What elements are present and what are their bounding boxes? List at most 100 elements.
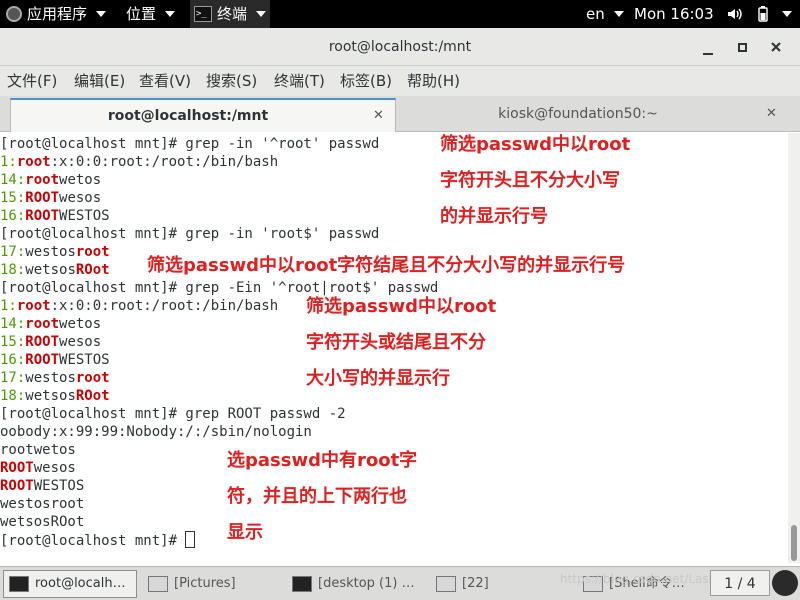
tab-root-localhost[interactable]: root@localhost:/mnt ✕ — [10, 98, 396, 132]
terminal-text: 18: — [0, 388, 26, 404]
terminal-text: rootwetos — [0, 442, 76, 458]
terminal-text: root — [75, 370, 110, 386]
maximize-icon — [737, 43, 747, 52]
terminal-text: 1: — [0, 154, 17, 170]
terminal-text: 15: — [0, 334, 26, 350]
terminal-text: [root@localhost mnt]# grep -in 'root$' p… — [0, 226, 380, 242]
terminal-app-menu[interactable]: >_ 终端 — [190, 0, 271, 28]
terminal-text: ROOT — [0, 478, 34, 494]
system-menu[interactable] — [778, 0, 792, 28]
terminal-text: :x:0:0:root:/root:/bin/bash — [50, 298, 279, 314]
close-button[interactable] — [766, 37, 786, 57]
language-indicator[interactable]: en — [586, 0, 624, 28]
terminal-text: westosroot — [0, 496, 85, 512]
close-tab-icon[interactable]: ✕ — [373, 100, 387, 132]
taskbar-item-22[interactable]: [22] — [431, 570, 551, 598]
terminal-text: ROOT — [25, 208, 60, 224]
volume-icon[interactable] — [726, 0, 742, 28]
terminal-text: root — [16, 154, 51, 170]
chevron-down-icon — [782, 11, 792, 17]
applications-icon — [6, 6, 22, 22]
scrollbar-thumb[interactable] — [791, 525, 797, 561]
terminal-text: :x:0:0:root:/root:/bin/bash — [50, 154, 279, 170]
applications-menu[interactable]: 应用程序 — [6, 0, 107, 28]
annotation-line: 字符开头或结尾且不分 — [306, 332, 486, 353]
terminal-text: WESTOS — [59, 352, 110, 368]
terminal-text: ROot — [75, 262, 110, 278]
terminal-text: [root@localhost mnt]# grep -Ein '^root|r… — [0, 280, 439, 296]
annotation-line: 符，并且的上下两行也 — [227, 486, 407, 507]
taskbar-item-terminal[interactable]: root@localh… — [3, 570, 137, 598]
chevron-down-icon — [96, 11, 107, 17]
chevron-down-icon — [165, 11, 176, 17]
taskbar-item-label: [22] — [462, 576, 489, 591]
terminal-text: WESTOS — [33, 478, 85, 494]
menu-file[interactable]: 文件(F) — [7, 66, 57, 96]
menu-edit[interactable]: 编辑(E) — [74, 66, 125, 96]
annotation-1: 筛选passwd中以root 字符开头且不分大小写 的并显示行号 — [440, 134, 630, 242]
terminal-text: 17: — [0, 370, 26, 386]
taskbar-item-label: [Pictures] — [174, 576, 236, 591]
terminal-text: root — [16, 298, 51, 314]
workspace-pager[interactable]: 1 / 4 — [710, 570, 770, 596]
terminal-text: wetsosROot — [0, 514, 85, 530]
terminal-text: wesos — [59, 334, 102, 350]
workspace-thumbnail[interactable] — [772, 570, 798, 596]
terminal-cursor — [185, 531, 196, 548]
clock[interactable]: Mon 16:03 — [634, 0, 714, 28]
tab-label: kiosk@foundation50:~ — [498, 106, 658, 122]
menu-help[interactable]: 帮助(H) — [407, 66, 460, 96]
window-title: root@localhost:/mnt — [328, 39, 472, 55]
menu-search[interactable]: 搜索(S) — [206, 66, 257, 96]
terminal-text: 16: — [0, 352, 26, 368]
menu-bar: 文件(F) 编辑(E) 查看(V) 搜索(S) 终端(T) 标签(B) 帮助(H… — [0, 66, 800, 96]
terminal-text: wesos — [33, 460, 76, 476]
taskbar-item-pictures[interactable]: [Pictures] — [143, 570, 283, 598]
terminal-text: wetos — [59, 316, 102, 332]
annotation-2: 筛选passwd中以root字符结尾且不分大小写的并显示行号 — [147, 255, 625, 277]
minimize-icon — [703, 53, 713, 55]
terminal-text: [root@localhost mnt]# grep -in '^root' p… — [0, 136, 380, 152]
terminal-text: root — [25, 316, 60, 332]
taskbar-item-label: root@localh… — [35, 576, 126, 591]
menu-view[interactable]: 查看(V) — [139, 66, 191, 96]
annotation-line: 显示 — [227, 522, 263, 543]
taskbar-item-desktop[interactable]: [desktop (1) … — [287, 570, 427, 598]
terminal-text: root — [75, 244, 110, 260]
terminal-line: 15:ROOTwesos — [0, 189, 438, 207]
clock-label: Mon 16:03 — [634, 5, 714, 23]
terminal-text: oobody:x:99:99:Nobody:/:/sbin/nologin — [0, 424, 312, 440]
terminal-text: ROOT — [25, 190, 60, 206]
terminal-line: 1:root:x:0:0:root:/root:/bin/bash — [0, 153, 438, 171]
maximize-button[interactable] — [732, 37, 752, 57]
terminal-line: 14:rootwetos — [0, 171, 438, 189]
terminal-text: westos — [25, 370, 76, 386]
terminal-line: [root@localhost mnt]# grep -in 'root$' p… — [0, 225, 438, 243]
minimize-button[interactable] — [698, 37, 718, 57]
window-titlebar[interactable]: root@localhost:/mnt — [0, 28, 800, 66]
terminal-text: wesos — [59, 190, 102, 206]
annotation-line: 字符开头且不分大小写 — [440, 170, 620, 191]
terminal-text: westos — [25, 244, 76, 260]
terminal-scrollbar[interactable] — [788, 133, 800, 563]
terminal-text: WESTOS — [59, 208, 110, 224]
places-menu[interactable]: 位置 — [126, 0, 176, 28]
tab-kiosk-foundation[interactable]: kiosk@foundation50:~ ✕ — [398, 98, 788, 132]
terminal-line: 16:ROOTWESTOS — [0, 207, 438, 225]
terminal-app-label: 终端 — [217, 5, 248, 23]
menu-terminal[interactable]: 终端(T) — [274, 66, 325, 96]
terminal-line: [root@localhost mnt]# grep ROOT passwd -… — [0, 405, 438, 423]
terminal-line: [root@localhost mnt]# grep -in '^root' p… — [0, 135, 438, 153]
terminal-text: 14: — [0, 316, 26, 332]
top-bar: 应用程序 位置 >_ 终端 en Mon 16:03 — [0, 0, 800, 28]
terminal-line: [root@localhost mnt]# grep -Ein '^root|r… — [0, 279, 438, 297]
menu-tabs[interactable]: 标签(B) — [340, 66, 392, 96]
terminal-text: ROOT — [25, 334, 60, 350]
terminal-text: root — [25, 172, 60, 188]
annotation-4: 选passwd中有root字 符，并且的上下两行也 显示 — [227, 450, 417, 558]
power-icon[interactable] — [756, 0, 770, 28]
folder-icon — [148, 576, 168, 592]
tab-label: root@localhost:/mnt — [107, 108, 269, 124]
close-tab-icon[interactable]: ✕ — [766, 98, 780, 130]
places-label: 位置 — [126, 5, 157, 23]
